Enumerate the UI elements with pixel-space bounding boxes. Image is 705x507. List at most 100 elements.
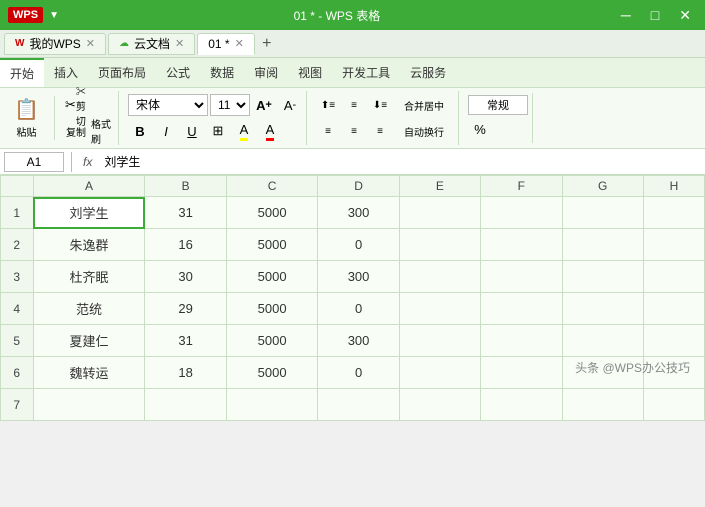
tab-cloud-docs[interactable]: ☁ 云文档 ✕ xyxy=(108,33,195,55)
merge-center-button[interactable]: 合并居中 xyxy=(394,93,454,117)
formula-input[interactable] xyxy=(100,154,701,170)
menu-cloud[interactable]: 云服务 xyxy=(400,58,456,87)
align-right-button[interactable]: ≡ xyxy=(368,119,392,143)
cell-5F[interactable] xyxy=(481,325,562,357)
close-button[interactable]: ✕ xyxy=(673,5,697,26)
cut-button[interactable]: ✂ ✂ 剪切 xyxy=(64,93,88,117)
col-header-h[interactable]: H xyxy=(643,176,704,197)
cell-1H[interactable] xyxy=(643,197,704,229)
align-center-button[interactable]: ≡ xyxy=(342,119,366,143)
cell-3G[interactable] xyxy=(562,261,643,293)
font-family-select[interactable]: 宋体 xyxy=(128,94,208,116)
cell-2E[interactable] xyxy=(399,229,480,261)
cell-4G[interactable] xyxy=(562,293,643,325)
cell-4F[interactable] xyxy=(481,293,562,325)
bold-button[interactable]: B xyxy=(128,119,152,143)
col-header-d[interactable]: D xyxy=(318,176,399,197)
maximize-button[interactable]: □ xyxy=(645,5,665,26)
cell-3F[interactable] xyxy=(481,261,562,293)
cell-1E[interactable] xyxy=(399,197,480,229)
align-top-button[interactable]: ⬆≡ xyxy=(316,93,340,117)
col-header-c[interactable]: C xyxy=(226,176,318,197)
cell-4E[interactable] xyxy=(399,293,480,325)
cell-5A[interactable]: 夏建仁 xyxy=(33,325,145,357)
cell-3B[interactable]: 30 xyxy=(145,261,226,293)
cell-5G[interactable] xyxy=(562,325,643,357)
underline-button[interactable]: U xyxy=(180,119,204,143)
cell-4B[interactable]: 29 xyxy=(145,293,226,325)
percent-button[interactable]: % xyxy=(468,117,492,141)
cell-7A[interactable] xyxy=(33,389,145,421)
cell-7E[interactable] xyxy=(399,389,480,421)
cell-1G[interactable] xyxy=(562,197,643,229)
menu-page-layout[interactable]: 页面布局 xyxy=(88,58,156,87)
format-painter-button[interactable]: 格式刷 xyxy=(90,119,114,143)
cell-2A[interactable]: 朱逸群 xyxy=(33,229,145,261)
cell-4C[interactable]: 5000 xyxy=(226,293,318,325)
cell-4D[interactable]: 0 xyxy=(318,293,399,325)
col-header-b[interactable]: B xyxy=(145,176,226,197)
menu-review[interactable]: 审阅 xyxy=(244,58,288,87)
cell-6B[interactable]: 18 xyxy=(145,357,226,389)
add-tab-button[interactable]: + xyxy=(257,34,277,54)
cell-6E[interactable] xyxy=(399,357,480,389)
cell-5D[interactable]: 300 xyxy=(318,325,399,357)
cell-3C[interactable]: 5000 xyxy=(226,261,318,293)
menu-formula[interactable]: 公式 xyxy=(156,58,200,87)
menu-view[interactable]: 视图 xyxy=(288,58,332,87)
minimize-button[interactable]: ─ xyxy=(615,5,637,26)
cell-reference-input[interactable] xyxy=(4,152,64,172)
cell-5B[interactable]: 31 xyxy=(145,325,226,357)
fill-color-button[interactable]: A xyxy=(232,119,256,143)
font-size-select[interactable]: 11 xyxy=(210,94,250,116)
cell-2D[interactable]: 0 xyxy=(318,229,399,261)
cell-1A[interactable]: 刘学生 xyxy=(33,197,145,229)
border-button[interactable]: ⊞ xyxy=(206,119,230,143)
cell-5C[interactable]: 5000 xyxy=(226,325,318,357)
cell-3D[interactable]: 300 xyxy=(318,261,399,293)
col-header-f[interactable]: F xyxy=(481,176,562,197)
col-header-e[interactable]: E xyxy=(399,176,480,197)
tab-cloud-docs-close[interactable]: ✕ xyxy=(175,37,184,50)
align-bottom-button[interactable]: ⬇≡ xyxy=(368,93,392,117)
cell-1B[interactable]: 31 xyxy=(145,197,226,229)
cell-6C[interactable]: 5000 xyxy=(226,357,318,389)
cell-7G[interactable] xyxy=(562,389,643,421)
cell-1D[interactable]: 300 xyxy=(318,197,399,229)
cell-6D[interactable]: 0 xyxy=(318,357,399,389)
cell-3E[interactable] xyxy=(399,261,480,293)
cell-6F[interactable] xyxy=(481,357,562,389)
title-dropdown-arrow[interactable]: ▼ xyxy=(49,10,59,21)
cell-2B[interactable]: 16 xyxy=(145,229,226,261)
cell-5E[interactable] xyxy=(399,325,480,357)
font-color-button[interactable]: A xyxy=(258,119,282,143)
cell-7F[interactable] xyxy=(481,389,562,421)
cell-2C[interactable]: 5000 xyxy=(226,229,318,261)
insert-function-button[interactable]: fx xyxy=(79,155,96,169)
italic-button[interactable]: I xyxy=(154,119,178,143)
col-header-g[interactable]: G xyxy=(562,176,643,197)
cell-2G[interactable] xyxy=(562,229,643,261)
tab-my-wps[interactable]: W 我的WPS ✕ xyxy=(4,33,106,55)
cell-2H[interactable] xyxy=(643,229,704,261)
cell-1C[interactable]: 5000 xyxy=(226,197,318,229)
align-middle-button[interactable]: ≡ xyxy=(342,93,366,117)
decrease-font-button[interactable]: A- xyxy=(278,93,302,117)
tab-01[interactable]: 01 * ✕ xyxy=(197,33,255,55)
cell-2F[interactable] xyxy=(481,229,562,261)
paste-button[interactable]: 📋 粘贴 xyxy=(5,96,55,140)
cell-1F[interactable] xyxy=(481,197,562,229)
cell-7H[interactable] xyxy=(643,389,704,421)
menu-data[interactable]: 数据 xyxy=(200,58,244,87)
cell-3H[interactable] xyxy=(643,261,704,293)
cell-4A[interactable]: 范统 xyxy=(33,293,145,325)
cell-7C[interactable] xyxy=(226,389,318,421)
auto-wrap-button[interactable]: 自动换行 xyxy=(394,119,454,143)
col-header-a[interactable]: A xyxy=(33,176,145,197)
cell-6A[interactable]: 魏转运 xyxy=(33,357,145,389)
cell-5H[interactable] xyxy=(643,325,704,357)
menu-start[interactable]: 开始 xyxy=(0,58,44,87)
cell-7D[interactable] xyxy=(318,389,399,421)
tab-my-wps-close[interactable]: ✕ xyxy=(86,37,95,50)
increase-font-button[interactable]: A+ xyxy=(252,93,276,117)
